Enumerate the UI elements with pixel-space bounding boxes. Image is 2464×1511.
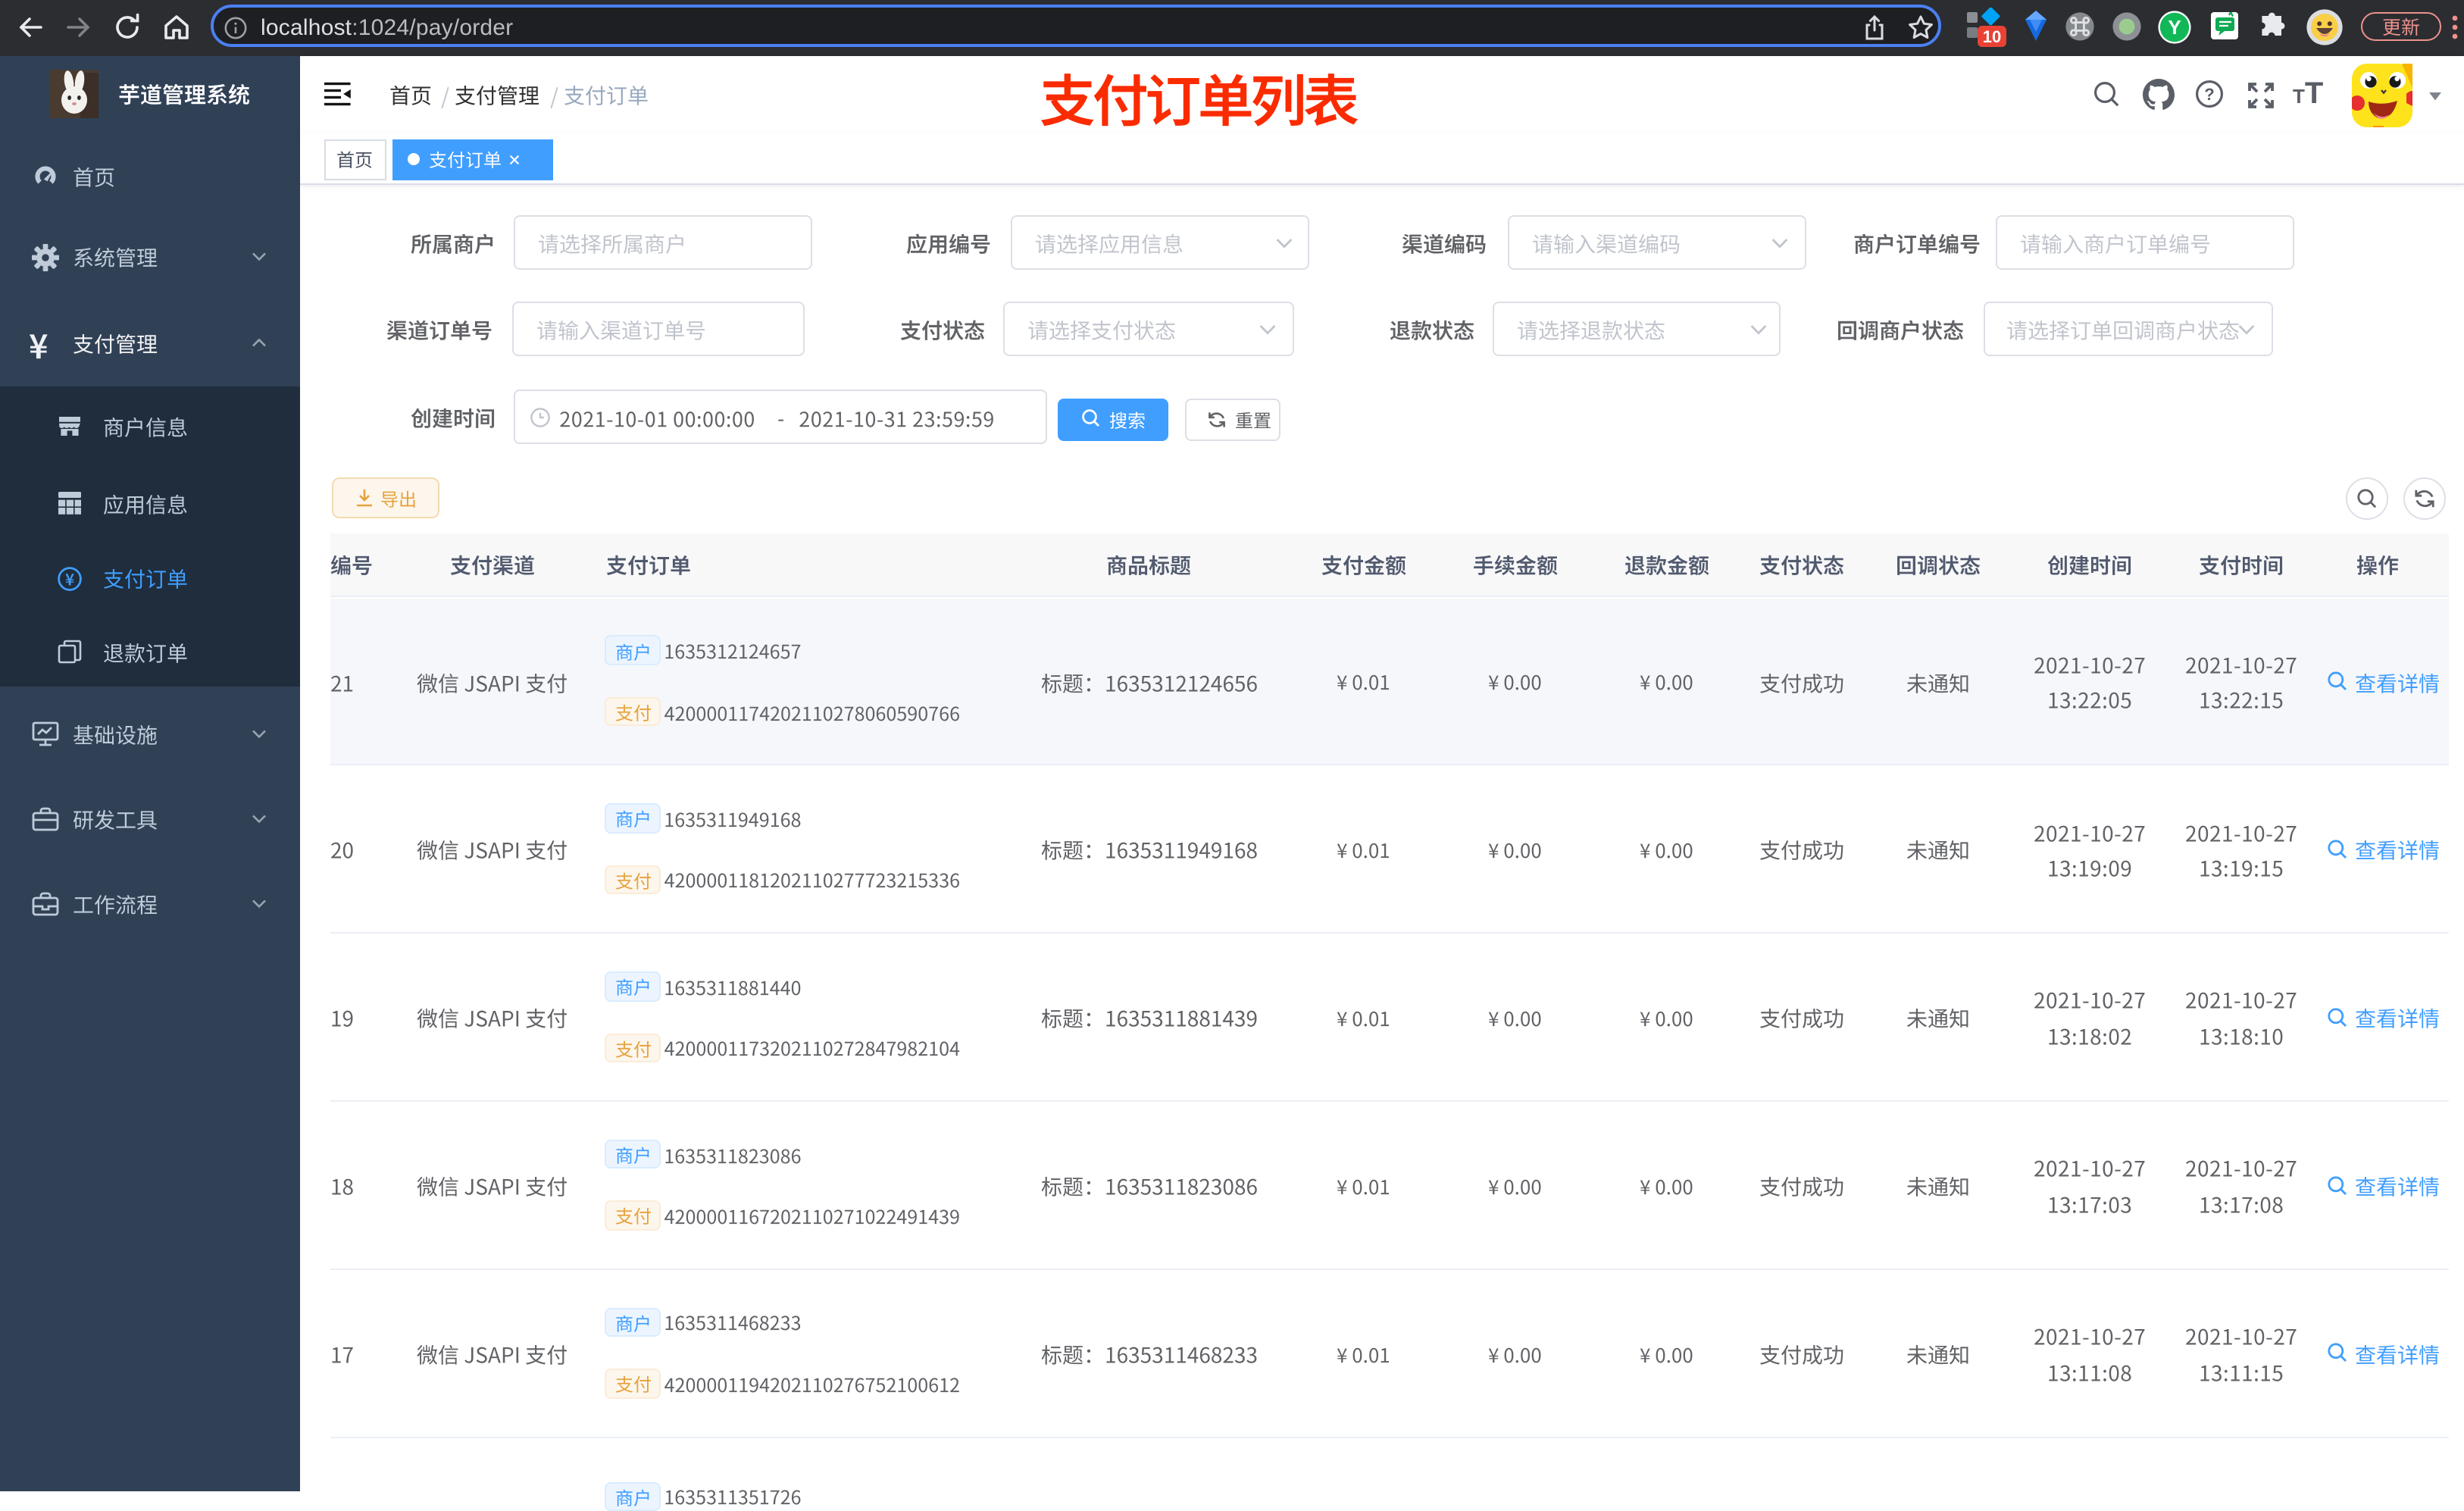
- svg-text:10: 10: [1983, 27, 2001, 46]
- svg-text:Y: Y: [2168, 15, 2181, 38]
- svg-text:?: ?: [2203, 85, 2213, 104]
